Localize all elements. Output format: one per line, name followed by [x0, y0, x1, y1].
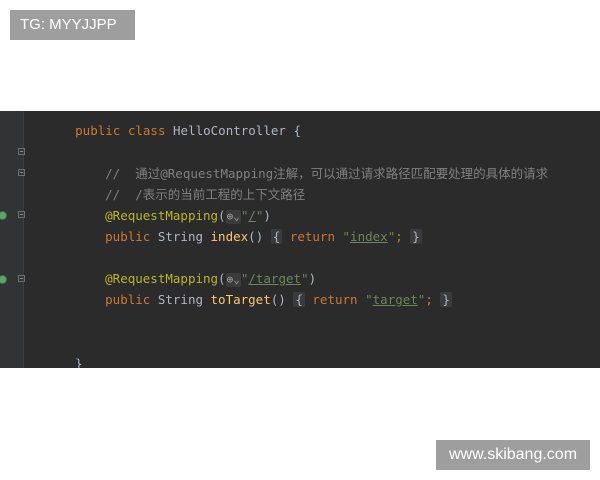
keyword-return: return [289, 229, 335, 244]
annotation-line[interactable]: @RequestMapping(⊕⌄"/target") [60, 247, 316, 287]
class-close-brace: } [75, 356, 83, 368]
comment-line[interactable]: // /表示的当前工程的上下文路径 [60, 163, 305, 202]
method-line[interactable]: public String toTarget() { return "targe… [60, 268, 452, 307]
request-mapping-gutter-icon[interactable] [0, 275, 7, 284]
folded-close-brace[interactable]: } [410, 229, 422, 244]
method-parens: () [270, 292, 286, 307]
return-type: String [157, 292, 203, 307]
class-close-line[interactable]: } [30, 332, 83, 368]
keyword-class: class [127, 123, 166, 138]
fold-marker-icon[interactable] [18, 148, 25, 155]
class-name: HelloController [173, 123, 286, 138]
semicolon: ; [425, 292, 433, 307]
class-declaration-line[interactable]: public class HelloController { [30, 111, 301, 138]
return-value-link[interactable]: index [350, 229, 388, 244]
fold-marker-icon[interactable] [18, 211, 25, 218]
editor-gutter [0, 111, 25, 368]
request-mapping-gutter-icon[interactable] [0, 211, 7, 220]
folded-open-brace[interactable]: { [293, 292, 305, 307]
class-open-brace: { [293, 123, 301, 138]
fold-marker-icon[interactable] [18, 169, 25, 176]
folded-open-brace[interactable]: { [270, 229, 283, 244]
keyword-public: public [105, 229, 151, 244]
method-parens: () [248, 229, 264, 244]
method-name: toTarget [210, 292, 271, 307]
folded-close-brace[interactable]: } [440, 292, 452, 307]
top-watermark: TG: MYYJJPP [10, 10, 135, 40]
method-name: index [210, 229, 249, 244]
code-editor[interactable]: public class HelloController { // 通过@Req… [0, 111, 600, 368]
code-area[interactable]: public class HelloController { // 通过@Req… [30, 111, 600, 368]
semicolon: ; [395, 229, 403, 244]
keyword-return: return [312, 292, 358, 307]
keyword-public: public [75, 123, 121, 138]
method-line[interactable]: public String index() { return "index"; … [60, 205, 422, 244]
annotation-line[interactable]: @RequestMapping(⊕⌄"/") [60, 184, 271, 224]
keyword-public: public [105, 292, 151, 307]
bottom-watermark: www.skibang.com [436, 440, 590, 470]
return-value-link[interactable]: target [373, 292, 418, 307]
fold-marker-icon[interactable] [18, 275, 25, 282]
return-type: String [157, 229, 203, 244]
comment-line[interactable]: // 通过@RequestMapping注解，可以通过请求路径匹配要处理的具体的… [60, 142, 548, 181]
